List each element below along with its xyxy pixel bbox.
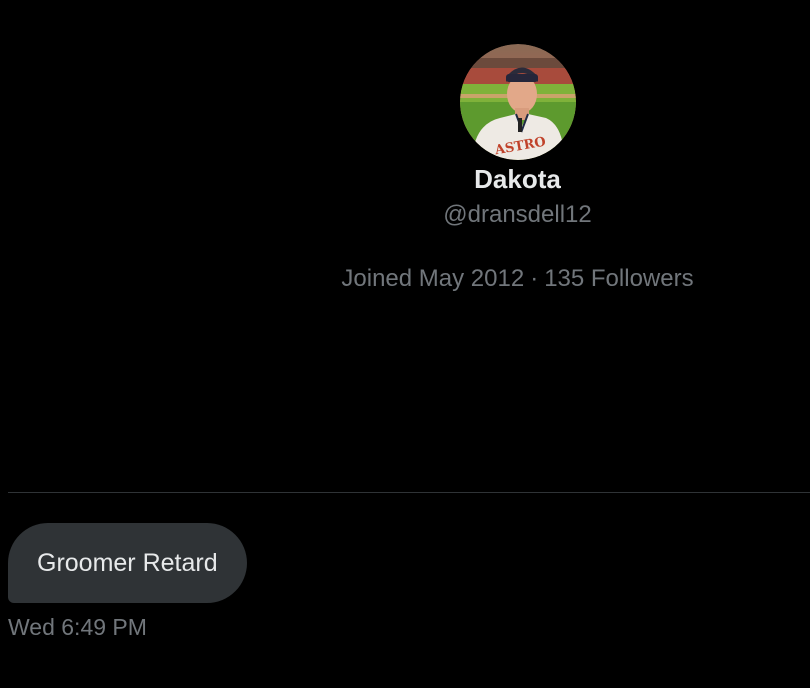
dm-conversation-view: ASTRO Dakota @dransdell12 Joined May 201…: [0, 0, 810, 688]
display-name[interactable]: Dakota: [230, 162, 805, 196]
profile-header[interactable]: ASTRO Dakota @dransdell12 Joined May 201…: [230, 44, 805, 294]
divider: [8, 492, 810, 493]
followers-count[interactable]: 135 Followers: [544, 265, 693, 292]
user-handle[interactable]: @dransdell12: [230, 200, 805, 230]
message-text: Groomer Retard: [37, 548, 218, 577]
joined-date: Joined May 2012: [341, 265, 525, 292]
profile-photo-icon: ASTRO: [459, 44, 576, 160]
separator-dot: ·: [530, 265, 539, 292]
message-timestamp: Wed 6:49 PM: [8, 614, 147, 640]
avatar[interactable]: ASTRO: [459, 44, 576, 160]
message-bubble[interactable]: Groomer Retard: [8, 523, 247, 603]
profile-meta: Joined May 2012 · 135 Followers: [230, 264, 805, 294]
